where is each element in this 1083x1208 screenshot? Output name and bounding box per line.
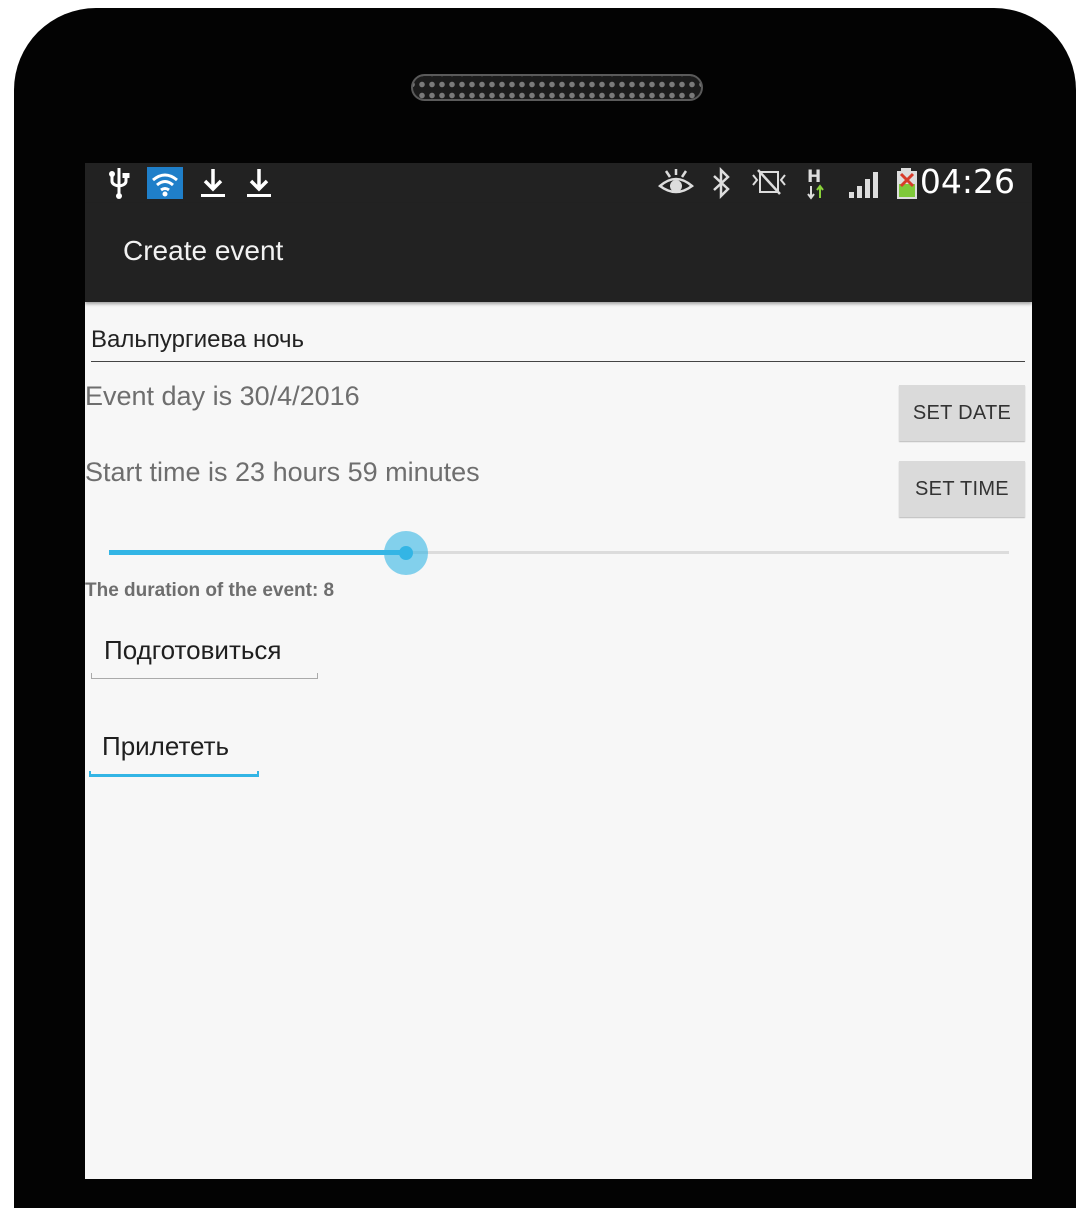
app-screen: H 04:26 Create event Вальпургиева ночь E… — [85, 163, 1032, 1179]
task-underline-focused — [89, 771, 259, 777]
eye-icon — [657, 166, 695, 204]
set-time-button[interactable]: SET TIME — [899, 461, 1025, 517]
vibrate-icon — [749, 166, 789, 204]
wifi-icon — [147, 167, 183, 203]
duration-label: The duration of the event: 8 — [85, 580, 335, 601]
bluetooth-icon — [709, 166, 733, 204]
speaker-grille — [411, 74, 703, 101]
screen-title: Create event — [123, 235, 284, 266]
download-icon — [245, 166, 273, 204]
download-icon — [199, 166, 227, 204]
task-input-focused[interactable]: Прилететь — [89, 731, 259, 777]
status-clock: 04:26 — [919, 163, 1015, 201]
svg-text:H: H — [807, 167, 821, 187]
phone-frame: H 04:26 Create event Вальпургиева ночь E… — [14, 8, 1076, 1208]
slider-thumb[interactable] — [384, 531, 428, 575]
usb-icon — [107, 166, 131, 204]
set-date-button[interactable]: SET DATE — [899, 385, 1025, 441]
signal-icon — [847, 166, 887, 204]
task-text: Подготовиться — [104, 635, 282, 665]
battery-icon — [893, 166, 921, 204]
slider-fill — [109, 550, 406, 555]
hspa-data-icon: H — [803, 166, 829, 204]
duration-slider[interactable] — [109, 529, 1009, 577]
event-name-input[interactable]: Вальпургиева ночь — [91, 325, 1025, 362]
task-underline — [91, 673, 318, 679]
status-bar: H 04:26 — [85, 163, 1032, 203]
task-input[interactable]: Подготовиться — [91, 635, 318, 679]
event-day-text: Event day is 30/4/2016 — [85, 381, 360, 411]
start-time-text: Start time is 23 hours 59 minutes — [85, 457, 480, 487]
action-bar: Create event — [85, 203, 1032, 302]
task-text: Прилететь — [102, 731, 230, 761]
